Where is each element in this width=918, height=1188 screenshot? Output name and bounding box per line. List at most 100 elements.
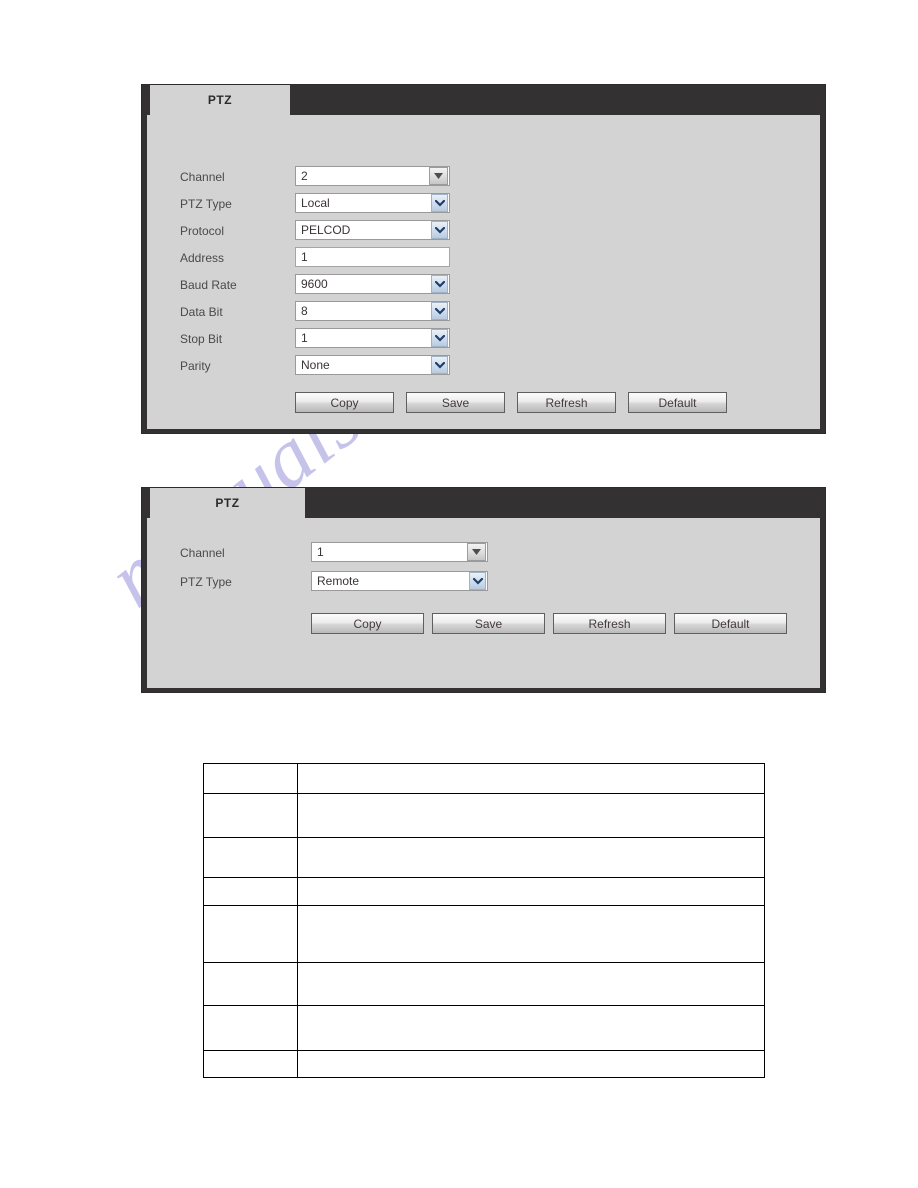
label-ptz-type-remote: PTZ Type — [180, 575, 232, 589]
copy-button-label: Copy — [330, 395, 359, 410]
field-row-baud-rate: Baud Rate — [180, 274, 237, 296]
chevron-down-icon[interactable] — [431, 356, 448, 374]
field-row-protocol: Protocol — [180, 220, 224, 242]
panel-tabbar-top: PTZ — [142, 85, 825, 115]
chevron-down-icon[interactable] — [431, 302, 448, 320]
table-row — [203, 763, 765, 794]
chevron-down-icon[interactable] — [431, 194, 448, 212]
gray-triangle-icon[interactable] — [429, 167, 448, 185]
channel-select-value: 2 — [301, 169, 308, 183]
baud-rate-select-value: 9600 — [301, 277, 328, 291]
table-cell-parameter — [203, 793, 298, 838]
ptz-panel-remote: PTZ Channel PTZ Type 1 Remote Copy Save — [141, 487, 826, 693]
field-row-ptz-type: PTZ Type — [180, 193, 232, 215]
stop-bit-select[interactable]: 1 — [295, 328, 450, 348]
ptz-type-select-value: Local — [301, 196, 330, 210]
table-row — [203, 837, 765, 878]
label-protocol: Protocol — [180, 224, 225, 238]
label-channel: Channel — [180, 170, 225, 184]
ptz-panel-local: PTZ Channel PTZ Type Protocol Address Ba… — [141, 84, 826, 434]
chevron-down-icon[interactable] — [431, 275, 448, 293]
protocol-select-value: PELCOD — [301, 223, 351, 237]
ptz-type-select[interactable]: Local — [295, 193, 450, 213]
default-button-remote[interactable]: Default — [674, 613, 787, 634]
table-cell-function — [297, 837, 765, 878]
table-cell-function — [297, 962, 765, 1006]
gray-triangle-icon[interactable] — [467, 543, 486, 561]
table-cell-function — [297, 1050, 765, 1078]
label-channel-remote: Channel — [180, 546, 225, 560]
address-input[interactable]: 1 — [295, 247, 450, 267]
data-bit-select[interactable]: 8 — [295, 301, 450, 321]
panel-body-bottom: Channel PTZ Type 1 Remote Copy Save Refr… — [147, 518, 820, 688]
field-row-channel-remote: Channel — [180, 542, 225, 564]
table-cell-function — [297, 877, 765, 906]
table-cell-parameter — [203, 877, 298, 906]
refresh-button-remote[interactable]: Refresh — [553, 613, 666, 634]
parity-select-value: None — [301, 358, 330, 372]
table-cell-parameter — [203, 837, 298, 878]
tab-ptz-top-label: PTZ — [207, 93, 233, 107]
chevron-down-icon[interactable] — [431, 221, 448, 239]
default-button[interactable]: Default — [628, 392, 727, 413]
save-button-remote[interactable]: Save — [432, 613, 545, 634]
parameter-reference-table — [203, 763, 765, 1078]
parity-select[interactable]: None — [295, 355, 450, 375]
channel-select-remote[interactable]: 1 — [311, 542, 488, 562]
field-row-data-bit: Data Bit — [180, 301, 223, 323]
field-row-address: Address — [180, 247, 224, 269]
table-cell-function — [297, 763, 765, 794]
ptz-type-select-remote-value: Remote — [317, 574, 360, 588]
refresh-button-remote-label: Refresh — [588, 616, 631, 631]
table-cell-parameter — [203, 1005, 298, 1051]
field-row-parity: Parity — [180, 355, 211, 377]
table-row — [203, 905, 765, 963]
tab-ptz-bottom[interactable]: PTZ — [150, 488, 305, 518]
chevron-down-icon[interactable] — [469, 572, 486, 590]
protocol-select[interactable]: PELCOD — [295, 220, 450, 240]
label-address: Address — [180, 251, 225, 265]
table-cell-function — [297, 793, 765, 838]
table-cell-parameter — [203, 1050, 298, 1078]
baud-rate-select[interactable]: 9600 — [295, 274, 450, 294]
save-button-remote-label: Save — [474, 616, 503, 631]
table-row — [203, 962, 765, 1006]
table-body — [203, 763, 765, 1078]
tab-ptz-bottom-label: PTZ — [215, 496, 240, 510]
label-ptz-type: PTZ Type — [180, 197, 232, 211]
address-input-value: 1 — [301, 250, 308, 264]
stop-bit-select-value: 1 — [301, 331, 308, 345]
refresh-button[interactable]: Refresh — [517, 392, 616, 413]
table-cell-parameter — [203, 763, 298, 794]
copy-button-remote[interactable]: Copy — [311, 613, 424, 634]
table-row — [203, 1050, 765, 1078]
default-button-remote-label: Default — [711, 616, 750, 631]
label-parity: Parity — [180, 359, 211, 373]
ptz-type-select-remote[interactable]: Remote — [311, 571, 488, 591]
field-row-channel: Channel — [180, 166, 225, 188]
copy-button[interactable]: Copy — [295, 392, 394, 413]
copy-button-remote-label: Copy — [353, 616, 382, 631]
data-bit-select-value: 8 — [301, 304, 308, 318]
table-cell-function — [297, 905, 765, 963]
table-cell-parameter — [203, 962, 298, 1006]
save-button-label: Save — [441, 395, 470, 410]
table-row — [203, 793, 765, 838]
table-cell-parameter — [203, 905, 298, 963]
label-stop-bit: Stop Bit — [180, 332, 223, 346]
label-baud-rate: Baud Rate — [180, 278, 237, 292]
default-button-label: Default — [658, 395, 697, 410]
save-button[interactable]: Save — [406, 392, 505, 413]
table-row — [203, 877, 765, 906]
table-row — [203, 1005, 765, 1051]
panel-tabbar-bottom: PTZ — [142, 488, 825, 518]
field-row-stop-bit: Stop Bit — [180, 328, 222, 350]
panel-body-top: Channel PTZ Type Protocol Address Baud R… — [147, 115, 820, 429]
chevron-down-icon[interactable] — [431, 329, 448, 347]
refresh-button-label: Refresh — [545, 395, 588, 410]
channel-select[interactable]: 2 — [295, 166, 450, 186]
label-data-bit: Data Bit — [180, 305, 223, 319]
table-cell-function — [297, 1005, 765, 1051]
channel-select-remote-value: 1 — [317, 545, 324, 559]
tab-ptz-top[interactable]: PTZ — [150, 85, 290, 115]
